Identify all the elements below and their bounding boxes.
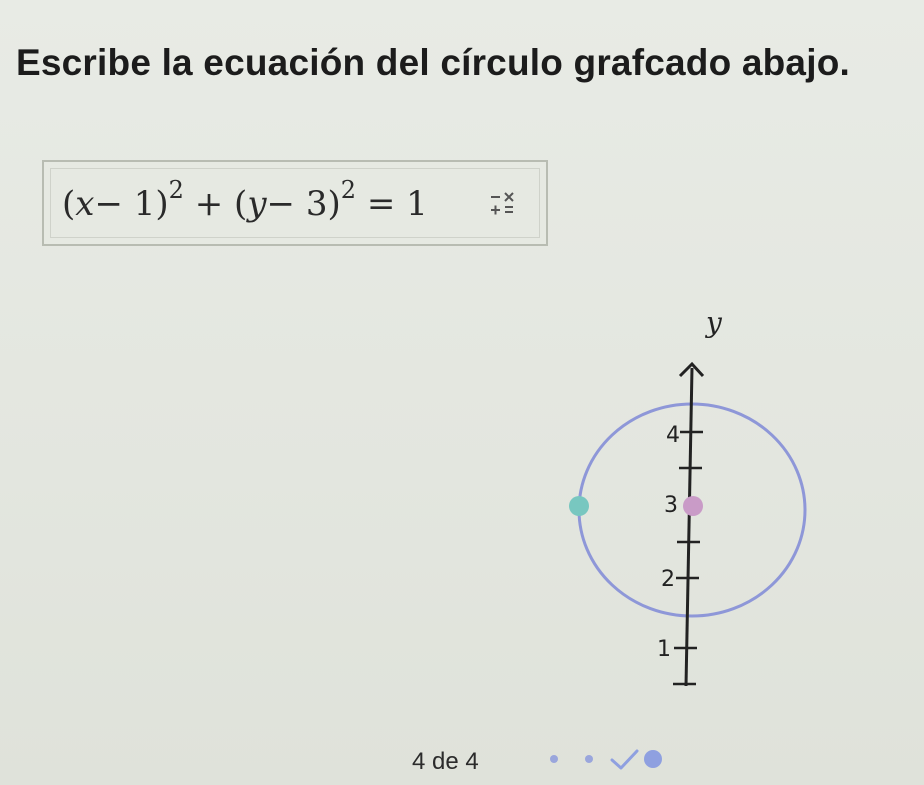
check-icon (610, 749, 639, 770)
circle-graph: y 4 3 2 1 (569, 306, 807, 687)
progress-dot-1 (550, 755, 558, 763)
tick-label-2: 2 (661, 567, 675, 592)
expr-equals-one: = 1 (356, 184, 428, 224)
progress-dot-current (644, 750, 662, 768)
expr-close-2: ) (327, 184, 341, 224)
tick-label-4: 4 (666, 423, 680, 448)
expr-close-1: ) (155, 184, 169, 224)
progress-dot-2 (585, 755, 593, 763)
math-keypad-icon[interactable] (488, 190, 516, 218)
expr-exp-2: 2 (340, 176, 357, 204)
y-axis-line (684, 367, 694, 687)
center-point[interactable] (683, 496, 703, 516)
circle-edge-point[interactable] (569, 496, 589, 516)
question-prompt: Escribe la ecuación del círculo grafcado… (16, 42, 850, 83)
expr-plus: + (183, 184, 235, 224)
y-axis-label: y (704, 306, 723, 339)
expr-exp-1: 2 (168, 176, 184, 204)
answer-expression[interactable]: (x− 1)2 + (y− 3)2 = 1 (62, 176, 428, 224)
expr-minus-1: − 1 (94, 184, 156, 224)
answer-input[interactable]: (x− 1)2 + (y− 3)2 = 1 (42, 160, 548, 246)
expr-open-2: ( (234, 184, 248, 224)
tick-label-1: 1 (657, 637, 671, 662)
expr-minus-2: − 3 (266, 184, 328, 224)
tick-label-3: 3 (664, 493, 678, 518)
expr-y: y (247, 184, 267, 224)
progress-counter: 4 de 4 (412, 748, 479, 775)
expr-x: x (75, 184, 95, 224)
expr-open-1: ( (62, 184, 76, 224)
progress-dots (550, 749, 662, 770)
